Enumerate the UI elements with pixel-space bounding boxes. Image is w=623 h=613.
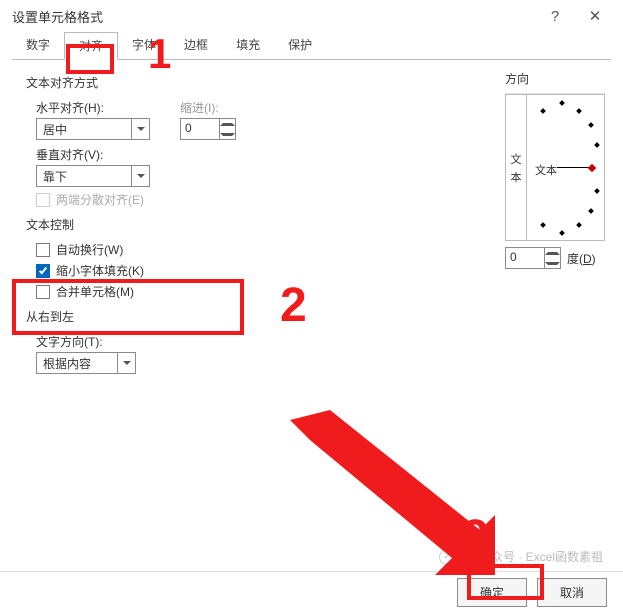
dialog-title: 设置单元格格式: [12, 7, 535, 26]
spinner-up-icon[interactable]: [545, 248, 560, 258]
orientation-vertical-button[interactable]: 文 本: [505, 94, 527, 241]
halign-label: 水平对齐(H):: [36, 99, 150, 116]
tab-border[interactable]: 边框: [170, 32, 222, 60]
tab-protection[interactable]: 保护: [274, 32, 326, 60]
chevron-down-icon: [131, 166, 149, 186]
tab-number[interactable]: 数字: [12, 32, 64, 60]
annotation-number-3: 3: [462, 510, 489, 565]
degree-label: 度(D): [567, 250, 596, 267]
tab-bar: 数字 对齐 字体 边框 填充 保护: [0, 32, 623, 60]
spinner-down-icon[interactable]: [220, 129, 235, 139]
wechat-icon: ✓: [439, 549, 455, 565]
orientation-handle[interactable]: [588, 164, 596, 172]
group-orientation: 方向: [505, 70, 605, 87]
text-dir-label: 文字方向(T):: [36, 333, 607, 350]
halign-combo[interactable]: 居中: [36, 118, 150, 140]
spinner-down-icon[interactable]: [545, 258, 560, 268]
chevron-down-icon: [117, 353, 135, 373]
ok-button[interactable]: 确定: [457, 578, 527, 607]
merge-checkbox[interactable]: 合并单元格(M): [36, 283, 607, 300]
tab-alignment[interactable]: 对齐: [64, 32, 118, 60]
text-dir-combo[interactable]: 根据内容: [36, 352, 136, 374]
group-rtl: 从右到左: [26, 308, 607, 325]
wrap-label: 自动换行(W): [56, 241, 123, 258]
text-dir-value: 根据内容: [37, 353, 117, 373]
chevron-down-icon: [131, 119, 149, 139]
orientation-dial[interactable]: 文本: [527, 94, 605, 241]
merge-label: 合并单元格(M): [56, 283, 134, 300]
annotation-number-2: 2: [280, 278, 307, 333]
annotation-number-1: 1: [148, 30, 171, 78]
cancel-button[interactable]: 取消: [537, 578, 607, 607]
degree-value: 0: [506, 248, 544, 268]
help-button[interactable]: ?: [535, 0, 575, 32]
orientation-dial-label: 文本: [535, 162, 557, 178]
valign-combo[interactable]: 靠下: [36, 165, 150, 187]
indent-label: 缩进(I):: [180, 99, 236, 116]
spinner-up-icon[interactable]: [220, 119, 235, 129]
indent-value: 0: [181, 119, 219, 139]
justify-label: 两端分散对齐(E): [56, 191, 144, 208]
indent-spinner[interactable]: 0: [180, 118, 236, 140]
halign-value: 居中: [37, 119, 131, 139]
tab-fill[interactable]: 填充: [222, 32, 274, 60]
valign-value: 靠下: [37, 166, 131, 186]
close-button[interactable]: ✕: [575, 0, 615, 32]
shrink-label: 缩小字体填充(K): [56, 262, 144, 279]
degree-spinner[interactable]: 0: [505, 247, 561, 269]
